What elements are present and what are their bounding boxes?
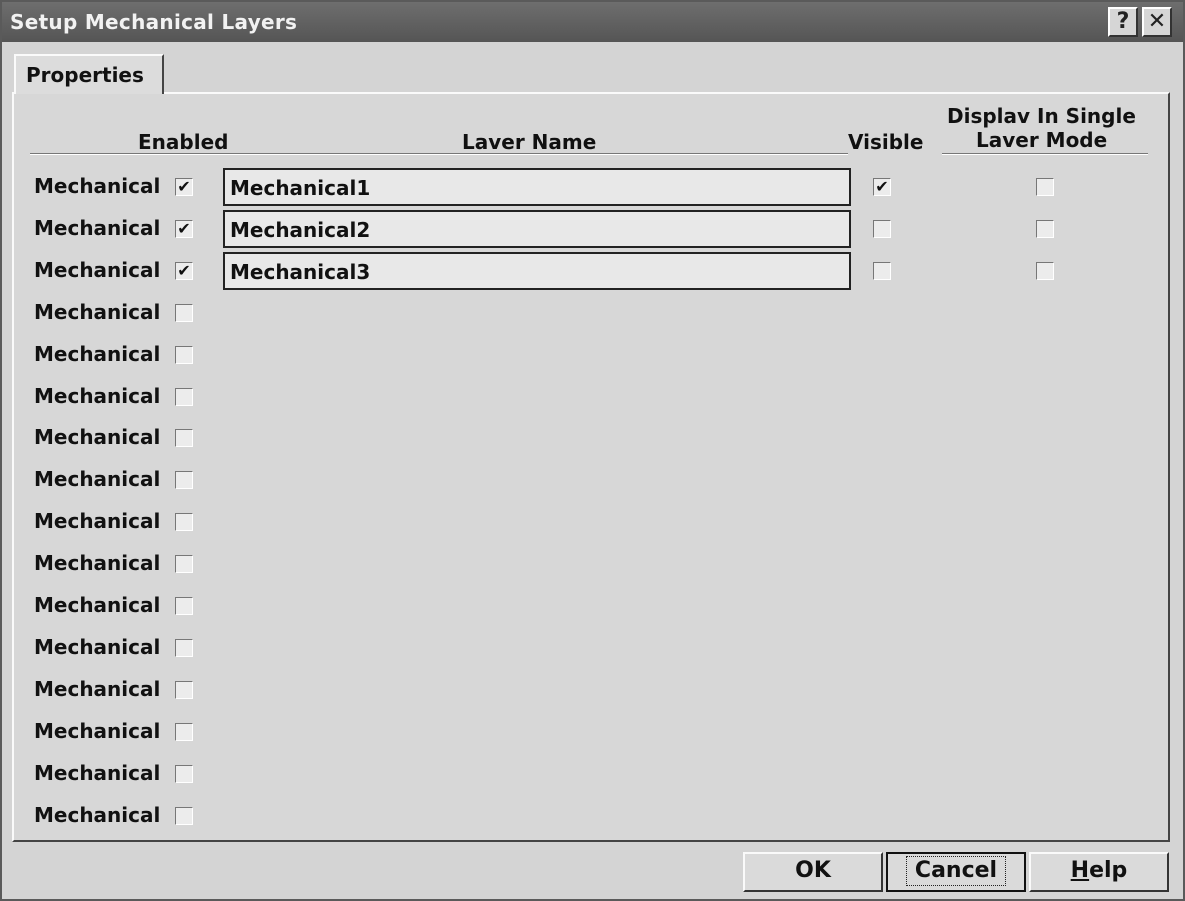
layer-enabled-label: Mechanical — [34, 384, 161, 408]
layer-enabled-checkbox[interactable] — [175, 555, 193, 573]
layer-visible-checkbox[interactable] — [873, 220, 891, 238]
cancel-label: Cancel — [905, 856, 1007, 886]
layer-enabled-checkbox[interactable] — [175, 597, 193, 615]
header-divider — [30, 153, 848, 155]
help-icon[interactable]: ? — [1108, 7, 1138, 37]
layer-enabled-checkbox[interactable] — [175, 723, 193, 741]
help-button[interactable]: Help — [1029, 852, 1169, 892]
layer-enabled-checkbox[interactable] — [175, 807, 193, 825]
layer-enabled-label: Mechanical — [34, 425, 161, 449]
layer-enabled-label: Mechanical — [34, 761, 161, 785]
header-display-single-line2: Laver Mode — [976, 128, 1108, 152]
layer-name-input[interactable]: Mechanical3 — [223, 252, 851, 290]
layer-enabled-checkbox[interactable]: ✔ — [175, 178, 193, 196]
properties-panel: Enabled Laver Name Visible Displav In Si… — [12, 92, 1170, 842]
layer-enabled-label: Mechanical — [34, 509, 161, 533]
layer-name-input[interactable]: Mechanical2 — [223, 210, 851, 248]
help-label: elp — [1089, 858, 1128, 883]
header-display-single-line1: Displav In Single — [947, 104, 1136, 128]
layer-enabled-checkbox[interactable]: ✔ — [175, 262, 193, 280]
dialog-window: Setup Mechanical Layers ? ✕ Properties E… — [0, 0, 1185, 901]
layer-enabled-label: Mechanical — [34, 258, 161, 282]
layer-visible-checkbox[interactable]: ✔ — [873, 178, 891, 196]
header-visible: Visible — [848, 130, 924, 154]
layer-enabled-checkbox[interactable] — [175, 346, 193, 364]
layer-enabled-checkbox[interactable] — [175, 681, 193, 699]
layer-enabled-label: Mechanical — [34, 551, 161, 575]
layer-enabled-label: Mechanical — [34, 342, 161, 366]
layer-enabled-checkbox[interactable] — [175, 429, 193, 447]
layer-enabled-checkbox[interactable] — [175, 388, 193, 406]
layer-single-mode-checkbox[interactable] — [1036, 220, 1054, 238]
layer-enabled-label: Mechanical — [34, 803, 161, 827]
layer-enabled-label: Mechanical — [34, 300, 161, 324]
layer-single-mode-checkbox[interactable] — [1036, 262, 1054, 280]
layer-enabled-label: Mechanical — [34, 677, 161, 701]
layer-enabled-checkbox[interactable]: ✔ — [175, 220, 193, 238]
layer-enabled-checkbox[interactable] — [175, 513, 193, 531]
layer-enabled-label: Mechanical — [34, 216, 161, 240]
layer-enabled-checkbox[interactable] — [175, 471, 193, 489]
layer-enabled-label: Mechanical — [34, 174, 161, 198]
header-layer-name: Laver Name — [462, 130, 597, 154]
layer-enabled-label: Mechanical — [34, 467, 161, 491]
layer-single-mode-checkbox[interactable] — [1036, 178, 1054, 196]
layer-name-input[interactable]: Mechanical1 — [223, 168, 851, 206]
layer-enabled-label: Mechanical — [34, 593, 161, 617]
window-title: Setup Mechanical Layers — [10, 10, 298, 34]
layer-enabled-checkbox[interactable] — [175, 639, 193, 657]
header-divider — [942, 153, 1148, 155]
title-bar[interactable]: Setup Mechanical Layers ? ✕ — [2, 2, 1183, 42]
tab-properties[interactable]: Properties — [14, 54, 164, 94]
help-mnemonic: H — [1070, 858, 1090, 883]
layer-enabled-checkbox[interactable] — [175, 304, 193, 322]
header-enabled: Enabled — [138, 130, 229, 154]
layer-enabled-checkbox[interactable] — [175, 765, 193, 783]
cancel-button[interactable]: Cancel — [886, 852, 1026, 892]
layer-enabled-label: Mechanical — [34, 719, 161, 743]
tab-label: Properties — [26, 63, 144, 87]
layer-visible-checkbox[interactable] — [873, 262, 891, 280]
close-icon[interactable]: ✕ — [1142, 7, 1172, 37]
ok-button[interactable]: OK — [743, 852, 883, 892]
layer-enabled-label: Mechanical — [34, 635, 161, 659]
